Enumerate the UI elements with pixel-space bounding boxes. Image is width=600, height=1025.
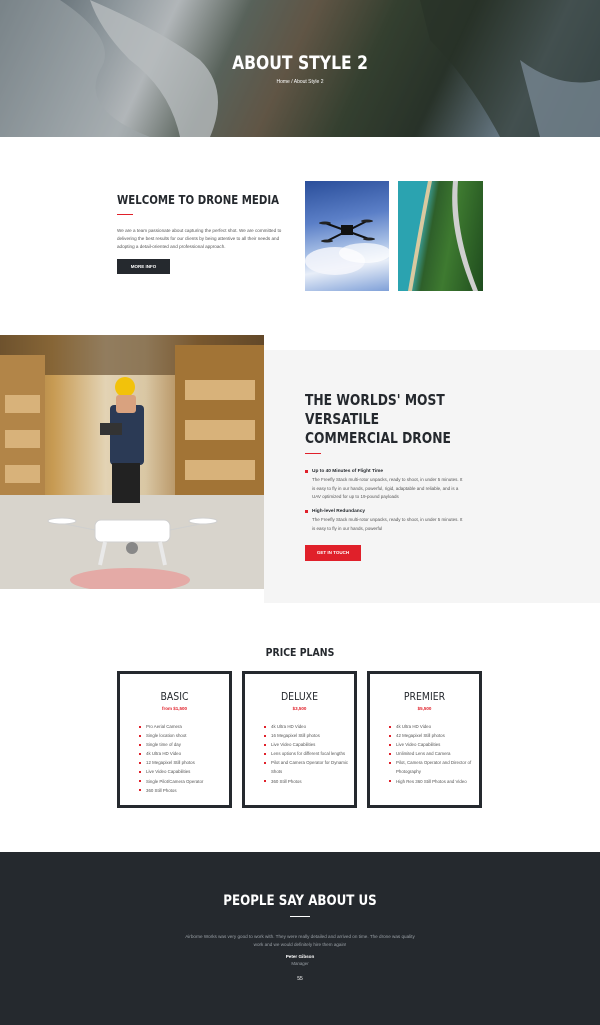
warehouse-drone-photo [0, 335, 264, 589]
welcome-title: WELCOME TO DRONE MEDIA [117, 193, 280, 207]
plan-price: $3,500 [292, 706, 307, 711]
breadcrumb[interactable]: Home / About Style 2 [0, 79, 600, 85]
more-info-button[interactable]: MORE INFO [117, 259, 170, 274]
testimonial-quote: Airborne Works was very good to work wit… [185, 934, 415, 947]
feature-bullet [305, 510, 308, 513]
feature-title: Up to 40 Minutes of Flight Time [312, 469, 384, 474]
plan-feature: 4k Ultra HD Video [139, 749, 224, 758]
price-plans-title: PRICE PLANS [265, 646, 335, 659]
testimonial-role: Manager [291, 961, 309, 966]
price-card-deluxe[interactable]: DELUXE $3,500 4k Ultra HD Video 16 Megap… [242, 671, 357, 808]
feature-title: High-level Redundancy [312, 509, 366, 514]
plan-feature: 12 Megapixel Still photos [139, 758, 224, 767]
testimonial-divider [290, 916, 310, 917]
drone-sky-photo [305, 181, 389, 291]
plan-feature: Pilot and Camera Operator for Dynamic Sh… [264, 758, 349, 776]
plan-features: 4k Ultra HD Video 42 Megapixel Still pho… [389, 722, 474, 786]
plan-feature: 42 Megapixel Still photos [389, 731, 474, 740]
price-card-basic[interactable]: BASIC from $1,500 Pro Aerial Camera Sing… [117, 671, 232, 808]
feature-text: The Freefly Stack multi-rotor unpacks, r… [312, 517, 463, 531]
hero-banner: ABOUT STYLE 2 Home / About Style 2 [0, 0, 600, 137]
plan-feature: Pro Aerial Camera [139, 722, 224, 731]
page-title: ABOUT STYLE 2 [232, 52, 368, 74]
testimonial-avatar: 55 [297, 976, 303, 982]
plan-feature: 16 Megapixel Still photos [264, 731, 349, 740]
plan-price: from $1,500 [161, 706, 187, 711]
plan-feature: Live Video Capabilities [139, 767, 224, 776]
plan-feature: Single location shoot [139, 731, 224, 740]
plan-feature: 4k Ultra HD Video [264, 722, 349, 731]
welcome-divider [117, 214, 133, 215]
plan-price: $5,500 [417, 706, 432, 711]
plan-feature: 4k Ultra HD Video [389, 722, 474, 731]
plan-features: 4k Ultra HD Video 16 Megapixel Still pho… [264, 722, 349, 786]
testimonial-author: Peter Gibson [285, 954, 315, 959]
feature-text: The Freefly Stack multi-rotor unpacks, r… [312, 477, 463, 499]
plan-name: PREMIER [403, 690, 446, 703]
drone-divider [305, 453, 321, 454]
get-in-touch-button[interactable]: GET IN TOUCH [305, 545, 361, 561]
feature-bullet [305, 470, 308, 473]
plan-feature: Pilot, Camera Operator and Director of P… [389, 758, 474, 776]
price-card-premier[interactable]: PREMIER $5,500 4k Ultra HD Video 42 Mega… [367, 671, 482, 808]
plan-feature: Lens options for different focal lengths [264, 749, 349, 758]
plan-feature: Live Video Capabilities [264, 740, 349, 749]
plan-feature: Live Video Capabilities [389, 740, 474, 749]
plan-feature: 360 Still Photos [264, 777, 349, 786]
plan-feature: Single Pilot/Camera Operator [139, 777, 224, 786]
plan-name: BASIC [160, 690, 189, 703]
plan-feature: Single time of day [139, 740, 224, 749]
plan-feature: High Res 360 Still Photos and Video [389, 777, 474, 786]
plan-feature: 360 Still Photos [139, 786, 224, 795]
drone-section-title: THE WORLDS' MOST VERSATILE COMMERCIAL DR… [305, 391, 451, 447]
welcome-text: We are a team passionate about capturing… [117, 228, 282, 249]
testimonial-title: PEOPLE SAY ABOUT US [223, 893, 377, 909]
plan-name: DELUXE [280, 690, 319, 703]
plan-features: Pro Aerial Camera Single location shoot … [139, 722, 224, 795]
aerial-road-photo [398, 181, 483, 291]
plan-feature: Unlimited Lens and Camera [389, 749, 474, 758]
